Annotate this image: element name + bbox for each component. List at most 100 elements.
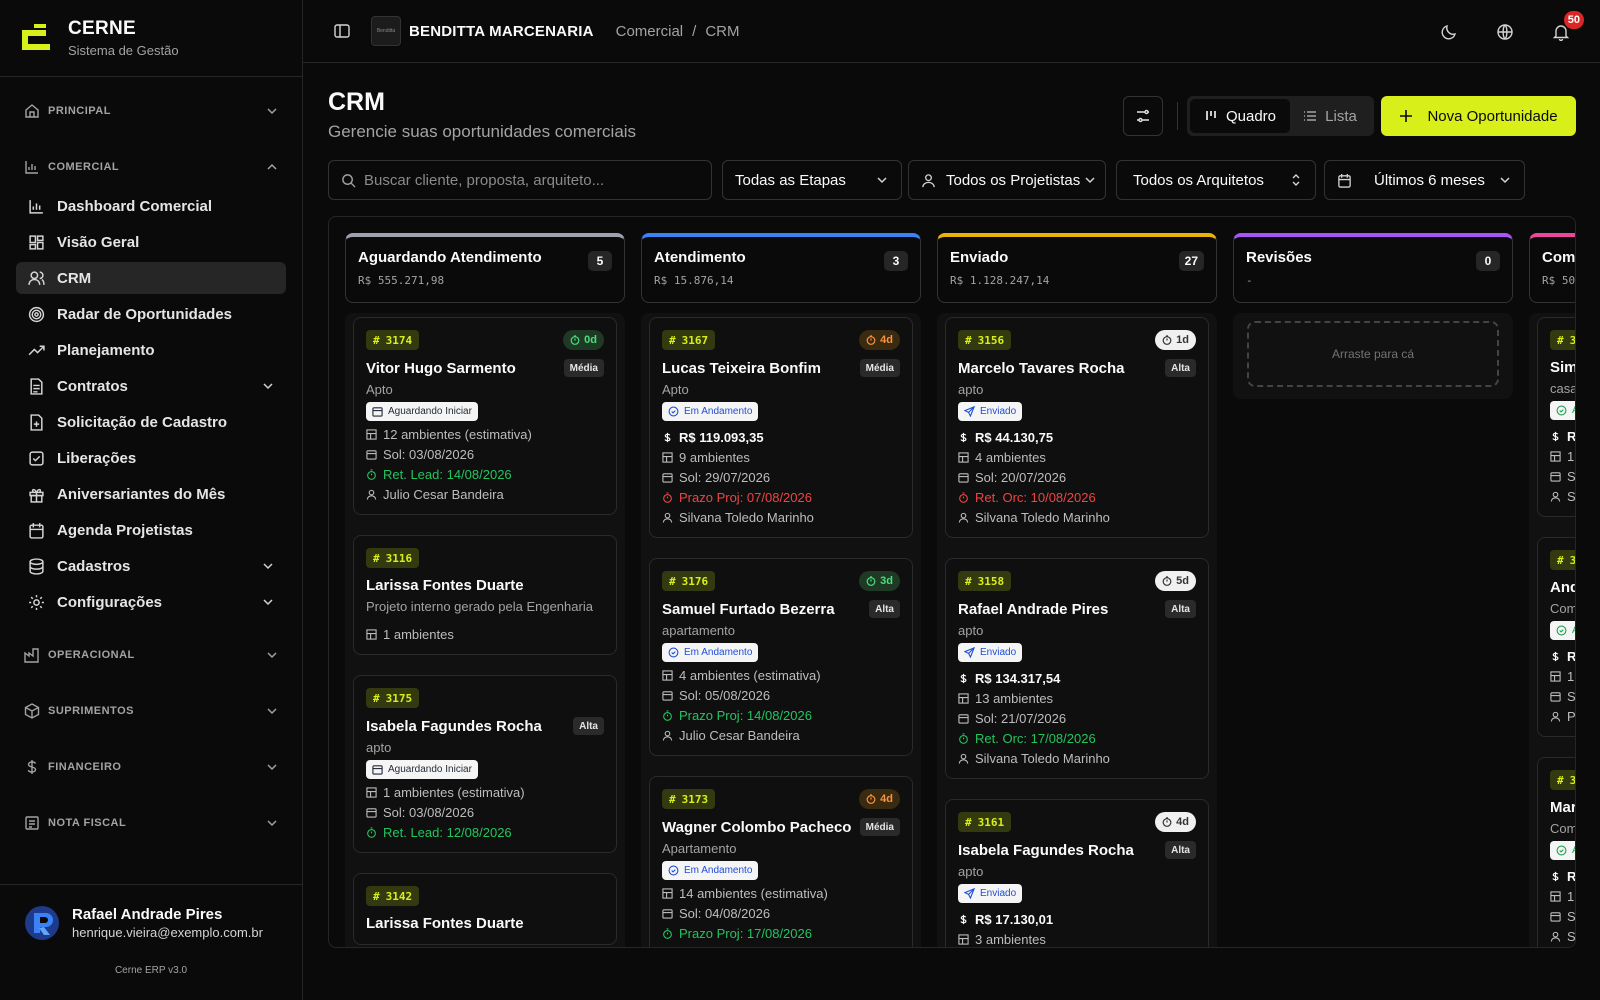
opportunity-card[interactable]: # 3 Mar Com A R$ 1 a So Si (1537, 757, 1575, 947)
dollar-icon (27, 760, 37, 774)
card-id: # 3161 (958, 812, 1012, 832)
check-square-icon (29, 450, 44, 466)
user-name: Rafael Andrade Pires (72, 906, 223, 923)
chevron-down-icon (267, 764, 277, 771)
search-input[interactable] (364, 171, 694, 189)
sidebar-item-aniversariantes[interactable]: Aniversariantes do Mês (16, 478, 286, 510)
opportunity-card[interactable]: # 3167 4d Lucas Teixeira Bonfim Média Ap… (649, 317, 913, 538)
status-badge: Aguardando Iniciar (366, 402, 478, 421)
opportunity-card[interactable]: # 3142 Larissa Fontes Duarte (353, 873, 617, 945)
opportunity-card[interactable]: # 3 Sim casa A R$ 1 a Sol Si (1537, 317, 1576, 517)
section-operacional[interactable]: OPERACIONAL (16, 640, 286, 670)
calendar-icon (1550, 471, 1561, 482)
sidebar-item-configuracoes[interactable]: Configurações (16, 586, 286, 618)
opportunity-card[interactable]: # 3173 4d Wagner Colombo Pacheco Média A… (649, 776, 913, 947)
status-badge: Aguardando Iniciar (366, 760, 478, 779)
value: R$ (1550, 428, 1575, 444)
section-nota-fiscal[interactable]: NOTA FISCAL (16, 808, 286, 838)
sidebar-item-contratos[interactable]: Contratos (16, 370, 286, 402)
dollar-icon (960, 914, 967, 924)
sidebar-item-planejamento[interactable]: Planejamento (16, 334, 286, 366)
building-icon (958, 692, 969, 704)
sliders-icon (1137, 109, 1149, 123)
sidebar-item-label: Aniversariantes do Mês (57, 485, 226, 503)
calendar-icon (958, 472, 969, 483)
card-id: # 3167 (662, 330, 716, 350)
environments: 14 ambientes (estimativa) (662, 885, 900, 901)
sidebar-item-dashboard-comercial[interactable]: Dashboard Comercial (16, 190, 286, 222)
opportunity-card[interactable]: # 3175 Isabela Fagundes Rocha Alta apto … (353, 675, 617, 853)
opportunity-card[interactable]: # 3156 1d Marcelo Tavares Rocha Alta apt… (945, 317, 1209, 538)
chevron-down-icon (267, 108, 277, 115)
sidebar-item-agenda-projetistas[interactable]: Agenda Projetistas (16, 514, 286, 546)
opportunity-card[interactable]: # 3116 Larissa Fontes Duarte Projeto int… (353, 535, 617, 655)
chevron-down-icon (263, 563, 273, 570)
sidebar-toggle-icon[interactable] (333, 22, 351, 40)
client-name: And (1550, 579, 1575, 596)
sidebar-item-liberacoes[interactable]: Liberações (16, 442, 286, 474)
chevron-down-icon (267, 652, 277, 659)
status-badge: A (1550, 401, 1575, 420)
environments: 1 ambientes (estimativa) (366, 784, 604, 800)
dollar-icon (1552, 431, 1559, 441)
designer-name: Julio Cesar Bandeira (662, 727, 900, 743)
cerne-logo-icon (22, 24, 50, 50)
environments: 1 a (1550, 448, 1575, 464)
dropzone[interactable]: Arraste para cá (1247, 321, 1499, 387)
age-badge: 5d (1155, 571, 1196, 591)
project-type: casa (1550, 381, 1576, 396)
user-profile[interactable]: Rafael Andrade Pires henrique.vieira@exe… (0, 884, 302, 1000)
designer-select[interactable]: Todos os Projetistas (908, 160, 1106, 200)
notifications-button[interactable]: 50 (1552, 10, 1584, 41)
architect-select[interactable]: Todos os Arquitetos (1116, 160, 1316, 200)
opportunity-card[interactable]: # 3174 0d Vitor Hugo Sarmento Média Apto… (353, 317, 617, 515)
lead-return-date: Ret. Lead: 14/08/2026 (366, 466, 604, 482)
timer-icon (367, 826, 376, 838)
breadcrumb-comercial[interactable]: Comercial (616, 23, 684, 40)
project-type: apto (958, 623, 984, 638)
section-principal[interactable]: PRINCIPAL (16, 96, 286, 126)
new-opportunity-button[interactable]: Nova Oportunidade (1381, 96, 1576, 136)
priority-badge: Média (859, 818, 900, 836)
section-rh[interactable]: RH (16, 864, 286, 872)
priority-badge: Alta (1165, 359, 1196, 377)
sidebar-item-cadastros[interactable]: Cadastros (16, 550, 286, 582)
company-name[interactable]: BENDITTA MARCENARIA (409, 23, 594, 40)
calendar-icon (29, 522, 44, 539)
opportunity-card[interactable]: # 3158 5d Rafael Andrade Pires Alta apto… (945, 558, 1209, 779)
client-name: Wagner Colombo Pacheco (662, 818, 852, 836)
view-list-button[interactable]: Lista (1290, 99, 1370, 133)
sidebar-item-radar[interactable]: Radar de Oportunidades (16, 298, 286, 330)
brand[interactable]: CERNE Sistema de Gestão (0, 0, 302, 77)
sidebar-item-solicitacao-cadastro[interactable]: Solicitação de Cadastro (16, 406, 286, 438)
sidebar-item-label: Cadastros (57, 557, 131, 575)
opportunity-card[interactable]: # 3176 3d Samuel Furtado Bezerra Alta ap… (649, 558, 913, 756)
opportunity-card[interactable]: # 3 And Com A R$ 1 a So Pa (1537, 537, 1575, 737)
client-name: Rafael Andrade Pires (958, 600, 1109, 618)
view-board-button[interactable]: Quadro (1190, 99, 1290, 133)
opportunity-card[interactable]: # 3161 4d Isabela Fagundes Rocha Alta ap… (945, 799, 1209, 947)
moon-icon[interactable] (1440, 23, 1458, 41)
app-name: CERNE (68, 18, 137, 39)
sidebar-item-visao-geral[interactable]: Visão Geral (16, 226, 286, 258)
sidebar-item-crm[interactable]: CRM (16, 262, 286, 294)
globe-icon[interactable] (1496, 23, 1514, 41)
request-date: So (1550, 688, 1575, 704)
timer-icon (1162, 576, 1172, 586)
project-deadline: Prazo Proj: 17/08/2026 (662, 925, 900, 941)
chevron-up-icon (267, 163, 277, 170)
filter-settings-button[interactable] (1123, 96, 1163, 136)
dollar-icon (1552, 651, 1559, 661)
project-type: Apto (366, 382, 393, 397)
section-financeiro[interactable]: FINANCEIRO (16, 752, 286, 782)
age-badge: 1d (1155, 330, 1196, 350)
timer-icon (866, 335, 876, 345)
section-comercial[interactable]: COMERCIAL (16, 152, 286, 182)
column-title: Revisões (1246, 249, 1312, 266)
stage-select[interactable]: Todas as Etapas (722, 160, 902, 200)
period-select[interactable]: Últimos 6 meses (1324, 160, 1525, 200)
section-suprimentos[interactable]: SUPRIMENTOS (16, 696, 286, 726)
request-date: So (1550, 908, 1575, 924)
divider (1177, 102, 1178, 130)
dashboard-grid-icon (29, 234, 44, 250)
